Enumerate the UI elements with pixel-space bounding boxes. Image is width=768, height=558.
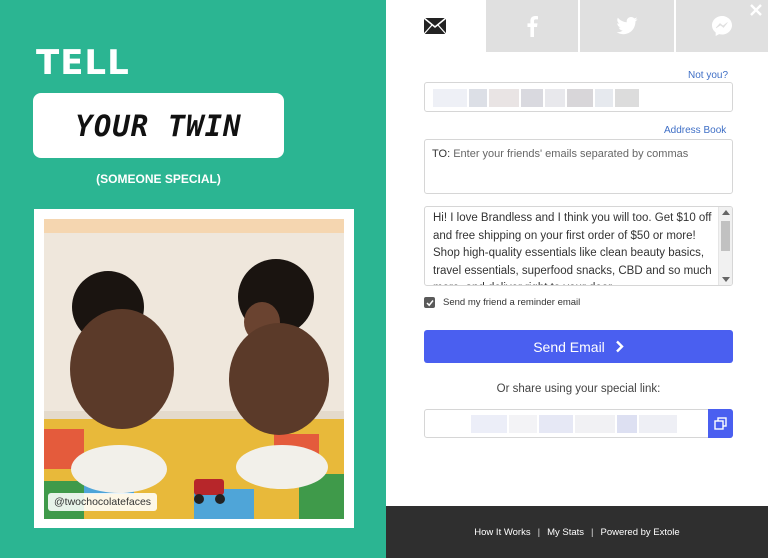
reminder-option[interactable]: Send my friend a reminder email xyxy=(424,297,580,308)
promo-highlight-box: YOUR TWIN xyxy=(33,93,284,158)
share-link-field[interactable] xyxy=(424,409,733,438)
twins-photo: @twochocolatefaces xyxy=(44,219,344,519)
sender-email-field[interactable] xyxy=(424,82,733,112)
copy-link-button[interactable] xyxy=(708,409,733,438)
promo-panel: TELL YOUR TWIN (SOMEONE SPECIAL) @twocho… xyxy=(0,0,386,558)
tab-email[interactable] xyxy=(386,0,484,52)
footer: How It Works | My Stats | Powered by Ext… xyxy=(386,506,768,558)
recipient-placeholder: Enter your friends' emails separated by … xyxy=(453,148,689,160)
promo-heading: TELL xyxy=(36,43,130,83)
envelope-icon xyxy=(423,17,447,35)
message-scrollbar[interactable] xyxy=(718,207,732,285)
scroll-up-arrow-icon[interactable] xyxy=(722,210,730,215)
reminder-label: Send my friend a reminder email xyxy=(443,297,581,308)
scroll-thumb[interactable] xyxy=(721,221,730,251)
footer-separator: | xyxy=(591,526,594,538)
photo-credit: @twochocolatefaces xyxy=(48,493,158,511)
chevron-right-icon xyxy=(615,340,624,353)
to-label: TO: xyxy=(432,148,451,160)
send-email-label: Send Email xyxy=(533,338,605,355)
send-email-button[interactable]: Send Email xyxy=(424,330,733,363)
message-textarea[interactable]: Hi! I love Brandless and I think you wil… xyxy=(424,206,733,286)
how-it-works-link[interactable]: How It Works xyxy=(474,527,530,538)
recipient-emails-input[interactable]: TO: Enter your friends' emails separated… xyxy=(424,139,733,194)
promo-subline: (SOMEONE SPECIAL) xyxy=(96,172,221,186)
footer-separator: | xyxy=(537,526,541,538)
tab-twitter[interactable] xyxy=(578,0,674,52)
twins-photo-illustration xyxy=(44,219,344,519)
close-button[interactable] xyxy=(746,0,766,20)
facebook-icon xyxy=(527,16,538,37)
promo-highlight-text: YOUR TWIN xyxy=(75,108,242,143)
copy-icon xyxy=(714,417,727,430)
twitter-icon xyxy=(616,17,638,35)
tab-facebook[interactable] xyxy=(484,0,578,52)
share-tabs xyxy=(386,0,768,52)
my-stats-link[interactable]: My Stats xyxy=(547,527,584,538)
powered-by-extole-link[interactable]: Powered by Extole xyxy=(600,527,679,538)
checkmark-icon xyxy=(425,299,434,306)
messenger-icon xyxy=(712,16,732,36)
share-link-caption: Or share using your special link: xyxy=(496,383,661,395)
redacted-share-link xyxy=(471,415,677,433)
address-book-link[interactable]: Address Book xyxy=(664,125,726,136)
message-text: Hi! I love Brandless and I think you wil… xyxy=(433,212,712,285)
scroll-down-arrow-icon[interactable] xyxy=(722,277,730,282)
reminder-checkbox[interactable] xyxy=(424,297,435,308)
photo-frame: @twochocolatefaces xyxy=(34,209,354,528)
close-icon xyxy=(750,4,762,16)
redacted-email xyxy=(433,89,639,107)
not-you-link[interactable]: Not you? xyxy=(688,70,728,81)
